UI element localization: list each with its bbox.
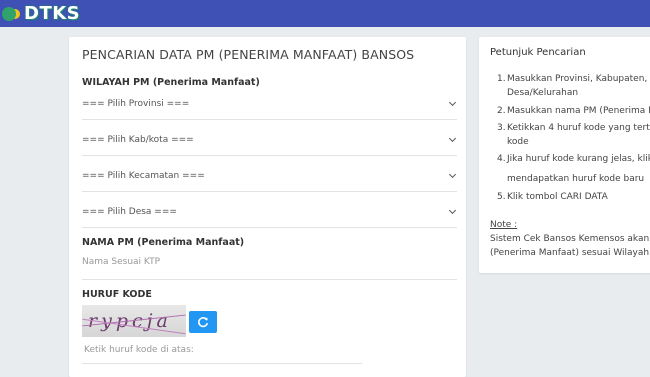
kecamatan-select[interactable]: === Pilih Kecamatan === (82, 165, 457, 192)
provinsi-select[interactable]: === Pilih Provinsi === (82, 93, 457, 120)
instruction-text: Masukkan nama PM (Penerima Ma (507, 106, 650, 116)
instruction-number: 3. (497, 123, 506, 133)
note-text: Sistem Cek Bansos Kemensos akan men (490, 234, 650, 244)
instruction-item: 5. Klik tombol CARI DATA (497, 190, 608, 204)
instruction-number: 1. (497, 74, 506, 84)
instruction-item-continued: mendapatkan huruf kode baru (507, 172, 644, 186)
instructions-title: Petunjuk Pencarian (490, 47, 586, 58)
nama-label: NAMA PM (Penerima Manfaat) (82, 237, 245, 248)
instruction-text: Desa/Kelurahan (507, 88, 579, 98)
chevron-down-icon (448, 134, 457, 143)
instructions-card: Petunjuk Pencarian 1. Masukkan Provinsi,… (479, 37, 650, 273)
refresh-captcha-button[interactable] (189, 311, 217, 333)
dtks-logo[interactable]: DTKS (0, 0, 80, 27)
instruction-item: 4. Jika huruf kode kurang jelas, klik (497, 152, 650, 166)
kabkota-select[interactable]: === Pilih Kab/kota === (82, 129, 457, 156)
kode-label: HURUF KODE (82, 289, 152, 300)
instruction-text: Klik tombol CARI DATA (507, 192, 608, 202)
instruction-item: 3. Ketikkan 4 huruf kode yang terter kod… (497, 121, 650, 149)
refresh-icon (198, 317, 209, 328)
desa-select-value: === Pilih Desa === (82, 207, 177, 217)
desa-select[interactable]: === Pilih Desa === (82, 201, 457, 228)
instruction-text: Ketikkan 4 huruf kode yang terter (507, 123, 650, 133)
instruction-item: 1. Masukkan Provinsi, Kabupaten, Ke Desa… (497, 72, 650, 100)
logo-text: DTKS (24, 3, 81, 24)
kabkota-select-value: === Pilih Kab/kota === (82, 135, 194, 145)
logo-emblem-icon (2, 6, 16, 21)
wilayah-label: WILAYAH PM (Penerima Manfaat) (82, 77, 260, 88)
nama-field-wrapper (82, 253, 457, 280)
note-text: (Penerima Manfaat) sesuai Wilayah yang (490, 248, 650, 258)
kode-input[interactable] (84, 345, 354, 355)
instruction-text: kode (507, 137, 529, 147)
search-form-card: PENCARIAN DATA PM (PENERIMA MANFAAT) BAN… (69, 37, 466, 377)
chevron-down-icon (448, 98, 457, 107)
kecamatan-select-value: === Pilih Kecamatan === (82, 171, 205, 181)
page-title: PENCARIAN DATA PM (PENERIMA MANFAAT) BAN… (82, 47, 415, 62)
nama-input[interactable] (82, 257, 452, 267)
instruction-text: Jika huruf kode kurang jelas, klik (507, 154, 650, 164)
kode-field-wrapper (82, 341, 362, 364)
instruction-text: mendapatkan huruf kode baru (507, 174, 645, 184)
instruction-number: 2. (497, 106, 506, 116)
instruction-number: 5. (497, 192, 506, 202)
note-label: Note : (490, 220, 518, 230)
instruction-item: 2. Masukkan nama PM (Penerima Ma (497, 104, 650, 118)
chevron-down-icon (448, 206, 457, 215)
instruction-number: 4. (497, 154, 506, 164)
instruction-text: Masukkan Provinsi, Kabupaten, Ke (507, 74, 650, 84)
chevron-down-icon (448, 170, 457, 179)
captcha-image: rypcja (82, 305, 186, 337)
top-navbar: DTKS (0, 0, 650, 27)
provinsi-select-value: === Pilih Provinsi === (82, 99, 190, 109)
